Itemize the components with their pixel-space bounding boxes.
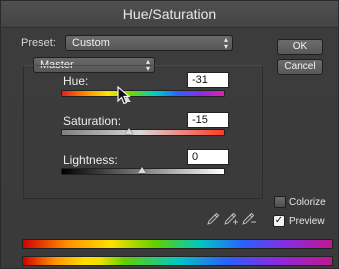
eyedropper-minus-icon[interactable]: [241, 212, 257, 226]
saturation-label: Saturation:: [63, 114, 122, 128]
saturation-slider-track[interactable]: [61, 129, 225, 136]
preview-label: Preview: [289, 216, 325, 227]
eyedropper-plus-icon[interactable]: [223, 212, 239, 226]
window-title: Hue/Saturation: [1, 1, 338, 28]
colorize-label: Colorize: [289, 197, 326, 208]
cancel-button[interactable]: Cancel: [277, 59, 323, 75]
mouse-pointer-icon: [117, 86, 131, 105]
saturation-input[interactable]: -15: [187, 112, 229, 128]
lightness-input[interactable]: 0: [187, 149, 229, 165]
input-hue-bar: [22, 239, 333, 249]
saturation-slider-thumb[interactable]: [125, 128, 134, 134]
ok-button[interactable]: OK: [277, 39, 323, 55]
preset-value: Custom: [72, 37, 110, 49]
lightness-slider-thumb[interactable]: [138, 167, 146, 173]
select-arrows-icon: ▴ ▾: [223, 35, 228, 51]
preset-label: Preset:: [21, 37, 56, 49]
hue-saturation-dialog: Hue/Saturation Preset: Custom ▴ ▾ OK Canc…: [0, 0, 339, 269]
checkmark-icon: ✓: [274, 215, 284, 226]
preset-select[interactable]: Custom ▴ ▾: [65, 35, 233, 51]
hue-label: Hue:: [63, 74, 89, 88]
colorize-checkbox[interactable]: [274, 196, 286, 208]
output-hue-bar: [22, 256, 333, 266]
eyedropper-icon[interactable]: [206, 212, 220, 226]
preview-checkbox[interactable]: ✓: [273, 215, 285, 227]
lightness-label: Lightness:: [63, 153, 118, 167]
hue-input[interactable]: -31: [187, 72, 229, 88]
hue-slider-track[interactable]: [61, 90, 225, 97]
